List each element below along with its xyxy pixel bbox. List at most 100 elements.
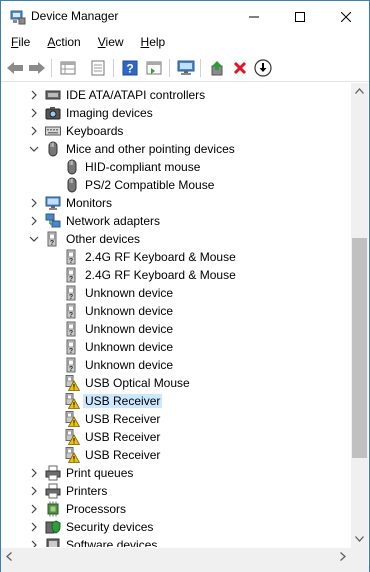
update-driver-icon[interactable]	[207, 58, 227, 78]
printer-icon	[45, 465, 61, 481]
vertical-scroll-thumb[interactable]	[352, 238, 367, 458]
uninstall-icon[interactable]	[230, 58, 250, 78]
unknown-device-icon: ?	[64, 321, 80, 337]
expand-chevron-icon[interactable]	[28, 125, 40, 137]
tree-category[interactable]: IDE ATA/ATAPI controllers	[1, 86, 351, 104]
vertical-scrollbar[interactable]	[351, 83, 368, 548]
tree-category[interactable]: Network adapters	[1, 212, 351, 230]
monitor-icon[interactable]	[176, 58, 196, 78]
tree-item-label: USB Optical Mouse	[85, 376, 190, 390]
close-button[interactable]	[323, 1, 369, 32]
title-bar[interactable]: Device Manager	[1, 1, 369, 32]
tree-category[interactable]: Processors	[1, 500, 351, 518]
mouse-icon	[45, 141, 61, 157]
forward-icon[interactable]	[27, 58, 47, 78]
svg-text:?: ?	[69, 330, 73, 337]
tree-item-label: 2.4G RF Keyboard & Mouse	[85, 250, 236, 264]
tree-device[interactable]: ? 2.4G RF Keyboard & Mouse	[1, 248, 351, 266]
tree-item-label: USB Receiver	[85, 448, 161, 462]
warning-device-icon	[64, 447, 81, 463]
device-tree[interactable]: IDE ATA/ATAPI controllers Imaging devices…	[1, 83, 351, 547]
tree-category[interactable]: Imaging devices	[1, 104, 351, 122]
tree-item-label: USB Receiver	[85, 430, 161, 444]
tree-device[interactable]: ? Unknown device	[1, 302, 351, 320]
tree-item-label: PS/2 Compatible Mouse	[85, 178, 215, 192]
monitor-icon	[45, 195, 61, 211]
camera-icon	[45, 105, 61, 121]
tree-category[interactable]: Keyboards	[1, 122, 351, 140]
tree-device[interactable]: USB Optical Mouse	[1, 374, 351, 392]
mouse-icon	[64, 159, 80, 175]
menu-action[interactable]: Action	[40, 32, 87, 53]
properties-grid-icon[interactable]	[58, 58, 78, 78]
svg-text:?: ?	[50, 240, 54, 247]
window-title: Device Manager	[31, 9, 119, 23]
maximize-button[interactable]	[277, 1, 323, 32]
tree-item-label: Unknown device	[85, 286, 174, 300]
action-pane-icon[interactable]	[144, 58, 164, 78]
scroll-up-icon[interactable]	[355, 88, 364, 94]
expand-chevron-icon[interactable]	[28, 89, 40, 101]
expand-chevron-icon[interactable]	[28, 197, 40, 209]
tree-device[interactable]: ? Unknown device	[1, 320, 351, 338]
expand-chevron-icon[interactable]	[28, 467, 40, 479]
tree-category[interactable]: Print queues	[1, 464, 351, 482]
show-hide-icon[interactable]	[88, 58, 108, 78]
tree-item-label: Other devices	[66, 232, 141, 246]
tree-device[interactable]: ? 2.4G RF Keyboard & Mouse	[1, 266, 351, 284]
tree-device[interactable]: ? Unknown device	[1, 356, 351, 374]
tree-category[interactable]: Printers	[1, 482, 351, 500]
tree-category[interactable]: Monitors	[1, 194, 351, 212]
toolbar-separator	[113, 59, 114, 77]
minimize-button[interactable]	[231, 1, 277, 32]
tree-device[interactable]: ? Unknown device	[1, 338, 351, 356]
menu-view[interactable]: View	[91, 32, 131, 53]
tree-device[interactable]: PS/2 Compatible Mouse	[1, 176, 351, 194]
processor-icon	[45, 501, 61, 517]
tree-device[interactable]: HID-compliant mouse	[1, 158, 351, 176]
scroll-left-icon[interactable]	[6, 552, 12, 561]
scroll-right-icon[interactable]	[340, 552, 346, 561]
menu-file[interactable]: File	[4, 32, 37, 53]
svg-text:?: ?	[69, 258, 73, 265]
mouse-icon	[64, 177, 80, 193]
tree-device[interactable]: USB Receiver	[1, 392, 351, 410]
tree-category[interactable]: ? Other devices	[1, 230, 351, 248]
tree-item-label: Mice and other pointing devices	[66, 142, 235, 156]
back-icon[interactable]	[5, 58, 25, 78]
unknown-device-icon: ?	[45, 231, 61, 247]
tree-item-label: Security devices	[66, 520, 154, 534]
tree-device[interactable]: ? Unknown device	[1, 284, 351, 302]
tree-device[interactable]: USB Receiver	[1, 446, 351, 464]
tree-item-label: USB Receiver	[83, 394, 163, 408]
expand-chevron-icon[interactable]	[28, 521, 40, 533]
tree-category[interactable]: Security devices	[1, 518, 351, 536]
expand-chevron-icon[interactable]	[28, 485, 40, 497]
help-icon[interactable]: ?	[120, 58, 140, 78]
tree-item-label: Unknown device	[85, 304, 174, 318]
tree-device[interactable]: USB Receiver	[1, 410, 351, 428]
tree-item-label: Keyboards	[66, 124, 124, 138]
status-bar	[1, 565, 369, 572]
horizontal-scrollbar[interactable]	[1, 548, 351, 565]
expand-chevron-icon[interactable]	[28, 539, 40, 547]
tree-item-label: IDE ATA/ATAPI controllers	[66, 88, 206, 102]
expand-chevron-icon[interactable]	[28, 503, 40, 515]
tree-category[interactable]: Software devices	[1, 536, 351, 547]
expand-chevron-icon[interactable]	[28, 107, 40, 119]
toolbar: ?	[1, 54, 369, 82]
tree-category[interactable]: Mice and other pointing devices	[1, 140, 351, 158]
scroll-down-icon[interactable]	[355, 536, 364, 542]
svg-text:?: ?	[69, 312, 73, 319]
unknown-device-icon: ?	[64, 303, 80, 319]
tree-item-label: Unknown device	[85, 322, 174, 336]
collapse-chevron-icon[interactable]	[28, 233, 40, 245]
menu-help[interactable]: Help	[134, 32, 173, 53]
svg-text:?: ?	[69, 276, 73, 283]
collapse-chevron-icon[interactable]	[28, 143, 40, 155]
toolbar-separator	[51, 59, 52, 77]
disable-icon[interactable]	[253, 58, 273, 78]
tree-device[interactable]: USB Receiver	[1, 428, 351, 446]
expand-chevron-icon[interactable]	[28, 215, 40, 227]
ide-controller-icon	[45, 87, 61, 103]
